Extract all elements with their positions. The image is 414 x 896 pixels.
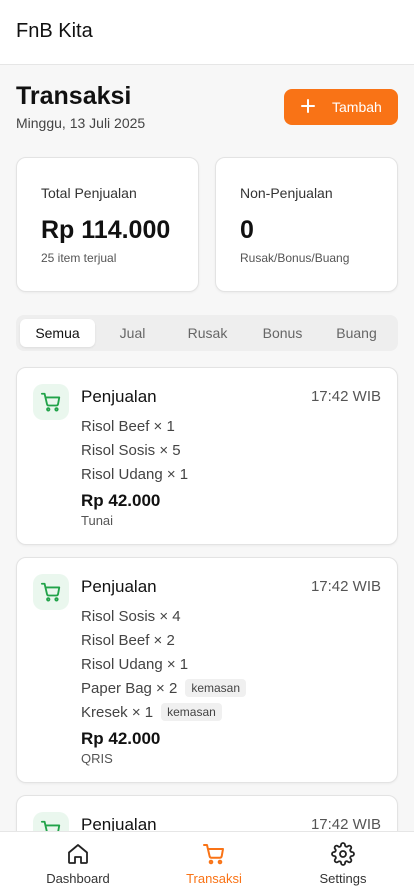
cart-icon (33, 384, 69, 420)
total-sales-card: Total Penjualan Rp 114.000 25 item terju… (16, 157, 199, 292)
tab-rusak[interactable]: Rusak (170, 319, 245, 347)
line-item-text: Risol Beef × 2 (81, 631, 175, 649)
transaction-time: 17:42 WIB (310, 388, 381, 405)
nav-label: Settings (319, 871, 367, 886)
transaction-items: Risol Beef × 1 Risol Sosis × 5 Risol Uda… (81, 414, 188, 486)
line-item: Kresek × 1 kemasan (81, 700, 246, 724)
tab-jual[interactable]: Jual (95, 319, 170, 347)
bottom-navigation: Dashboard Transaksi Settings (0, 831, 414, 896)
top-app-bar: FnB Kita (0, 0, 414, 65)
stat-label: Total Penjualan (41, 185, 137, 201)
line-item: Risol Beef × 1 (81, 414, 188, 438)
packaging-tag: kemasan (161, 703, 222, 721)
line-item-text: Risol Udang × 1 (81, 465, 189, 483)
tab-buang[interactable]: Buang (319, 319, 394, 347)
cart-icon (203, 844, 224, 865)
nav-settings[interactable]: Settings (274, 832, 412, 896)
plus-icon (301, 99, 315, 113)
nav-label: Transaksi (186, 871, 242, 886)
line-item: Risol Udang × 1 (81, 652, 246, 676)
transaction-type: Penjualan (81, 577, 157, 596)
transaction-total: Rp 42.000 (81, 729, 161, 748)
packaging-tag: kemasan (185, 679, 247, 697)
line-item-text: Risol Sosis × 4 (81, 607, 181, 625)
add-transaction-button[interactable]: Tambah (284, 89, 398, 125)
line-item: Risol Beef × 2 (81, 628, 246, 652)
add-button-label: Tambah (332, 99, 382, 115)
tab-semua[interactable]: Semua (20, 319, 95, 347)
stat-subtext: Rusak/Bonus/Buang (240, 251, 350, 265)
line-item-text: Risol Beef × 1 (81, 417, 175, 435)
stat-label: Non-Penjualan (240, 185, 333, 201)
stat-value: Rp 114.000 (41, 216, 171, 244)
non-sales-card: Non-Penjualan 0 Rusak/Bonus/Buang (215, 157, 398, 292)
app-title: FnB Kita (16, 20, 93, 42)
transaction-card[interactable]: Penjualan 17:42 WIB Risol Sosis × 4 Riso… (16, 557, 398, 783)
filter-tabs: Semua Jual Rusak Bonus Buang (16, 315, 398, 351)
transaction-total: Rp 42.000 (81, 491, 161, 510)
gear-icon (331, 842, 355, 866)
nav-transaksi[interactable]: Transaksi (145, 832, 283, 896)
stat-subtext: 25 item terjual (41, 251, 117, 265)
line-item-text: Risol Sosis × 5 (81, 441, 181, 459)
cart-icon (33, 574, 69, 610)
tab-bonus[interactable]: Bonus (245, 319, 320, 347)
line-item: Risol Udang × 1 (81, 462, 188, 486)
payment-method: Tunai (81, 513, 114, 528)
nav-label: Dashboard (46, 871, 110, 886)
stat-value: 0 (240, 216, 254, 244)
page-date: Minggu, 13 Juli 2025 (16, 115, 146, 131)
nav-dashboard[interactable]: Dashboard (9, 832, 147, 896)
line-item-text: Kresek × 1 (81, 703, 154, 721)
transaction-card[interactable]: Penjualan 17:42 WIB Risol Beef × 1 Risol… (16, 367, 398, 545)
line-item: Risol Sosis × 4 (81, 604, 246, 628)
line-item-text: Paper Bag × 2 (81, 679, 178, 697)
line-item: Risol Sosis × 5 (81, 438, 188, 462)
home-icon (68, 844, 88, 864)
transaction-items: Risol Sosis × 4 Risol Beef × 2 Risol Uda… (81, 604, 247, 724)
payment-method: QRIS (81, 751, 113, 766)
transaction-type: Penjualan (81, 387, 157, 406)
line-item: Paper Bag × 2 kemasan (81, 676, 247, 700)
transaction-time: 17:42 WIB (310, 578, 381, 595)
page-title: Transaksi (16, 82, 132, 110)
line-item-text: Risol Udang × 1 (81, 655, 189, 673)
